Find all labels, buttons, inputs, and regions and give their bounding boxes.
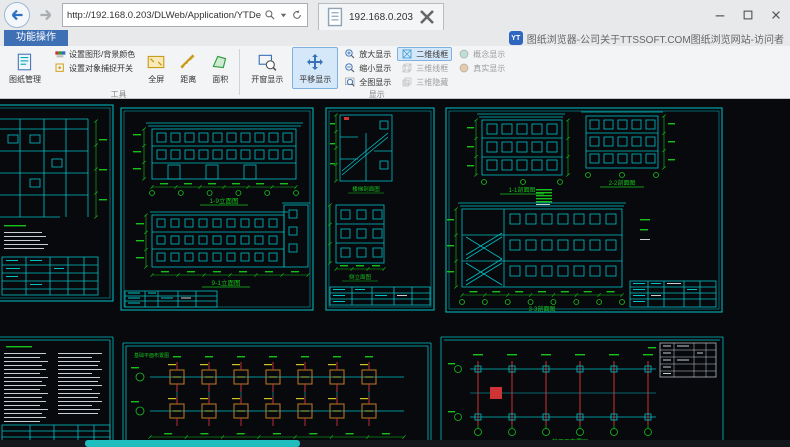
back-button[interactable] bbox=[4, 2, 30, 28]
sheet-column-plan: 柱平面布置图 bbox=[441, 337, 723, 447]
svg-text:1-1剖面图: 1-1剖面图 bbox=[509, 186, 536, 194]
ribbon-toolbar: 图纸管理 设置图形/背景颜色 设置对象捕捉开关 bbox=[0, 46, 790, 99]
area-polygon-icon bbox=[210, 52, 230, 72]
window-controls bbox=[706, 4, 790, 26]
tab-favicon bbox=[325, 7, 345, 27]
brand-text: 图纸浏览器-公司关于TTSSOFT.COM图纸浏览网站-访问者 bbox=[527, 31, 784, 46]
svg-text:基础平面布置图: 基础平面布置图 bbox=[134, 352, 169, 359]
bg-color-button[interactable]: 设置图形/背景颜色 bbox=[50, 47, 139, 61]
browser-tab[interactable]: 192.168.0.203 bbox=[318, 3, 444, 30]
wireframe-3d-label: 三维线框 bbox=[416, 63, 448, 74]
pan-icon bbox=[305, 52, 325, 72]
search-icon[interactable] bbox=[264, 9, 276, 21]
area-label: 面积 bbox=[212, 74, 228, 85]
svg-text:9-1立面图: 9-1立面图 bbox=[212, 278, 241, 287]
hidden-3d-label: 三维隐藏 bbox=[416, 77, 448, 88]
ribbon-group-tools: 图纸管理 设置图形/背景颜色 设置对象捕捉开关 bbox=[2, 47, 235, 97]
tab-title: 192.168.0.203 bbox=[349, 12, 413, 23]
osnap-label: 设置对象捕捉开关 bbox=[69, 63, 133, 74]
forward-arrow-icon bbox=[36, 5, 56, 25]
osnap-icon bbox=[54, 62, 66, 74]
horizontal-scrollbar-track[interactable] bbox=[0, 440, 790, 447]
zoom-out-label: 缩小显示 bbox=[359, 63, 391, 74]
drawing-manager-label: 图纸管理 bbox=[9, 74, 41, 85]
hidden-3d-icon bbox=[401, 76, 413, 88]
fullscreen-label: 全屏 bbox=[148, 74, 164, 85]
zoom-out-icon bbox=[344, 62, 356, 74]
hidden-3d-button[interactable]: 三维隐藏 bbox=[397, 75, 452, 89]
zoom-extents-label: 全图显示 bbox=[359, 77, 391, 88]
forward-button[interactable] bbox=[34, 3, 58, 27]
ribbon-tab-row: 功能操作 YT 图纸浏览器-公司关于TTSSOFT.COM图纸浏览网站-访问者 bbox=[0, 30, 790, 46]
ribbon-tab-operations[interactable]: 功能操作 bbox=[4, 30, 68, 47]
conceptual-button[interactable]: 概念显示 bbox=[454, 47, 509, 61]
sheet-elevations-left: 1-9立面图 9-1立面图 bbox=[121, 108, 313, 310]
sheet-stair-section: 楼梯剖面图侧立面图 bbox=[326, 108, 434, 310]
conceptual-icon bbox=[458, 48, 470, 60]
zoom-in-button[interactable]: 放大显示 bbox=[340, 47, 395, 61]
svg-text:楼梯剖面图: 楼梯剖面图 bbox=[352, 185, 380, 193]
bg-color-label: 设置图形/背景颜色 bbox=[69, 49, 135, 60]
drawing-manager-icon bbox=[15, 52, 35, 72]
svg-text:2-2剖面图: 2-2剖面图 bbox=[609, 179, 636, 187]
pan-button[interactable]: 平移显示 bbox=[292, 47, 338, 89]
wireframe-2d-button[interactable]: 二维线框 bbox=[397, 47, 452, 61]
browser-window: http://192.168.0.203/DLWeb/Application/Y… bbox=[0, 0, 790, 447]
address-dropdown-icon[interactable] bbox=[279, 11, 288, 20]
wireframe-3d-icon bbox=[401, 62, 413, 74]
wireframe-2d-icon bbox=[401, 48, 413, 60]
ribbon-separator bbox=[239, 49, 240, 95]
area-button[interactable]: 面积 bbox=[205, 47, 235, 89]
realistic-label: 真实显示 bbox=[473, 63, 505, 74]
ribbon-group-display: 开窗显示 平移显示 放大显示 bbox=[244, 47, 509, 97]
browser-titlebar: http://192.168.0.203/DLWeb/Application/Y… bbox=[0, 0, 790, 30]
sheet-foundation-plan: 基础平面布置图 bbox=[123, 343, 431, 447]
zoom-in-icon bbox=[344, 48, 356, 60]
minimize-button[interactable] bbox=[706, 4, 734, 26]
horizontal-scrollbar-thumb[interactable] bbox=[85, 440, 300, 447]
realistic-button[interactable]: 真实显示 bbox=[454, 61, 509, 75]
sheet-floor-plan-partial bbox=[0, 105, 113, 301]
sheet-sections-right: 1-1剖面图 2-2剖面图 3-3剖面图 bbox=[446, 108, 722, 313]
cad-canvas[interactable]: 1-9立面图 9-1立面图 楼梯剖面图侧立面图 1-1剖面图 2-2剖面图 3-3剖面图基… bbox=[0, 99, 790, 447]
address-bar[interactable]: http://192.168.0.203/DLWeb/Application/Y… bbox=[62, 3, 308, 27]
svg-text:1-9立面图: 1-9立面图 bbox=[210, 196, 239, 205]
tab-strip: 192.168.0.203 bbox=[318, 0, 702, 30]
zoom-out-button[interactable]: 缩小显示 bbox=[340, 61, 395, 75]
color-settings-icon bbox=[54, 48, 66, 60]
maximize-button[interactable] bbox=[734, 4, 762, 26]
brand-logo-icon: YT bbox=[509, 31, 523, 45]
svg-text:侧立面图: 侧立面图 bbox=[349, 273, 372, 281]
realistic-icon bbox=[458, 62, 470, 74]
drawing-manager-button[interactable]: 图纸管理 bbox=[2, 47, 48, 89]
url-text: http://192.168.0.203/DLWeb/Application/Y… bbox=[67, 10, 261, 21]
close-button[interactable] bbox=[762, 4, 790, 26]
pan-label: 平移显示 bbox=[299, 74, 331, 85]
distance-label: 距离 bbox=[180, 74, 196, 85]
tab-close-icon[interactable] bbox=[417, 7, 437, 27]
osnap-button[interactable]: 设置对象捕捉开关 bbox=[50, 61, 139, 75]
svg-text:3-3剖面图: 3-3剖面图 bbox=[529, 305, 556, 313]
distance-button[interactable]: 距离 bbox=[173, 47, 203, 89]
zoom-extents-button[interactable]: 全图显示 bbox=[340, 75, 395, 89]
zoom-in-label: 放大显示 bbox=[359, 49, 391, 60]
sheet-notes-partial bbox=[0, 337, 113, 447]
distance-ruler-icon bbox=[178, 52, 198, 72]
back-arrow-icon bbox=[7, 5, 27, 25]
fullscreen-button[interactable]: 全屏 bbox=[141, 47, 171, 89]
wireframe-2d-label: 二维线框 bbox=[416, 49, 448, 60]
brand-area: YT 图纸浏览器-公司关于TTSSOFT.COM图纸浏览网站-访问者 bbox=[509, 31, 790, 46]
window-zoom-button[interactable]: 开窗显示 bbox=[244, 47, 290, 89]
zoom-extents-icon bbox=[344, 76, 356, 88]
window-zoom-icon bbox=[257, 52, 277, 72]
cad-drawing-surface[interactable]: 1-9立面图 9-1立面图 楼梯剖面图侧立面图 1-1剖面图 2-2剖面图 3-3剖面图基… bbox=[0, 99, 790, 447]
conceptual-label: 概念显示 bbox=[473, 49, 505, 60]
wireframe-3d-button[interactable]: 三维线框 bbox=[397, 61, 452, 75]
fullscreen-icon bbox=[146, 52, 166, 72]
window-zoom-label: 开窗显示 bbox=[251, 74, 283, 85]
refresh-icon[interactable] bbox=[291, 9, 303, 21]
